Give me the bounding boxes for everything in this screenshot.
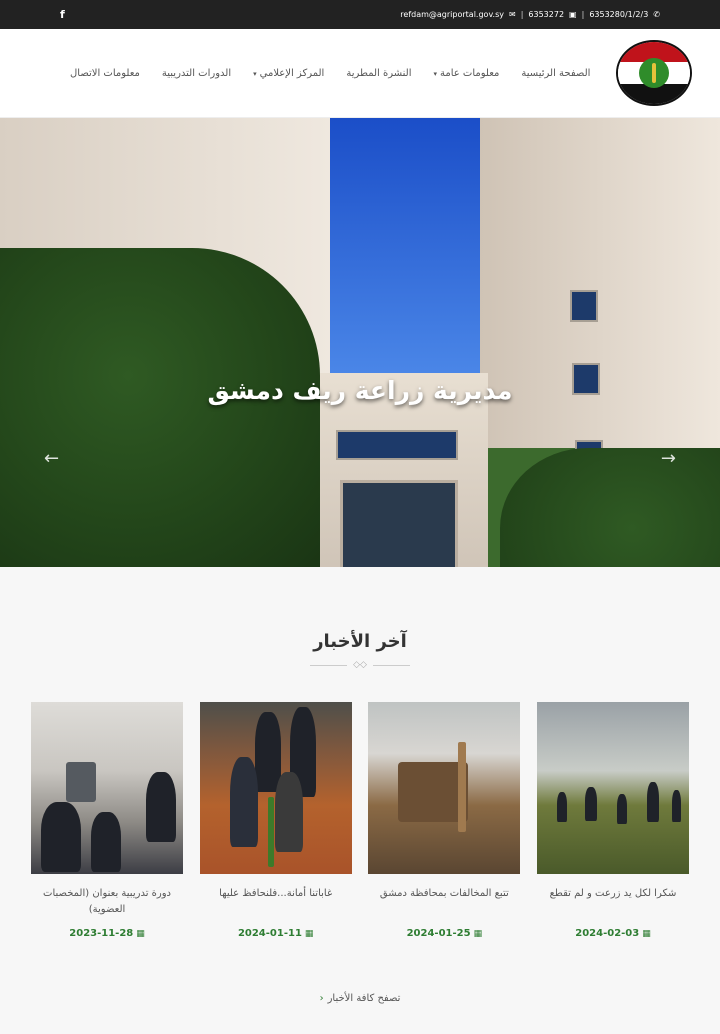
calendar-icon: ▦: [473, 929, 483, 939]
nav-menu: الصفحة الرئيسية معلومات عامة▾ النشرة الم…: [70, 68, 590, 79]
news-card[interactable]: غاباتنا أمانة...فلنحافظ عليها ▦2024-01-1…: [199, 702, 352, 939]
top-bar: f refdam@agriportal.gov.sy ✉ | 6353272 ▣…: [0, 0, 720, 29]
news-image[interactable]: [537, 702, 689, 874]
news-date-text: 2024-01-11: [237, 928, 302, 939]
news-date-text: 2023-11-28: [69, 928, 134, 939]
news-card[interactable]: تتبع المخالفات بمحافظة دمشق ▦2024-01-25: [368, 702, 521, 939]
nav-item-general-info[interactable]: معلومات عامة▾: [434, 68, 500, 79]
news-image[interactable]: [199, 702, 352, 874]
chevron-down-icon: ▾: [253, 69, 257, 78]
slider-next-arrow-icon[interactable]: →: [661, 448, 676, 469]
hero-window: [336, 430, 458, 460]
hero-trees-left: [0, 248, 320, 567]
news-date-text: 2024-02-03: [575, 928, 640, 939]
calendar-icon: ▦: [642, 929, 651, 939]
browse-all-news-label: تصفح كافة الأخبار: [327, 993, 401, 1004]
nav-item-label: المركز الإعلامي: [259, 67, 325, 79]
chevron-left-icon: ‹: [319, 993, 324, 1004]
news-title[interactable]: دورة تدريبية بعنوان (المخصبات العضوية): [31, 886, 183, 920]
nav-item-training-courses[interactable]: الدورات التدريبية: [162, 68, 231, 79]
news-card[interactable]: شكرا لكل يد زرعت و لم تقطع ▦2024-02-03: [537, 702, 689, 939]
news-title[interactable]: تتبع المخالفات بمحافظة دمشق: [368, 886, 520, 920]
nav-item-rainfall-bulletin[interactable]: النشرة المطرية: [346, 68, 411, 79]
latest-news-section: آخر الأخبار ◇◇ شكرا لكل يد زرعت و لم تقط…: [0, 567, 720, 1004]
envelope-icon: ✉: [509, 10, 516, 19]
section-title: آخر الأخبار: [313, 631, 407, 652]
calendar-icon: ▦: [136, 929, 145, 939]
news-card[interactable]: دورة تدريبية بعنوان (المخصبات العضوية) ▦…: [31, 702, 184, 939]
separator: |: [520, 10, 524, 19]
phone-icon: ✆: [653, 10, 660, 19]
news-image[interactable]: [31, 702, 184, 874]
slider-prev-arrow-icon[interactable]: ←: [44, 448, 59, 469]
wheat-icon: [639, 58, 669, 88]
main-navigation: الصفحة الرئيسية معلومات عامة▾ النشرة الم…: [0, 29, 720, 118]
news-cards: شكرا لكل يد زرعت و لم تقطع ▦2024-02-03 ت…: [0, 702, 720, 939]
diamond-icon: ◇◇: [353, 660, 367, 670]
fax-text: 6353272: [528, 10, 565, 19]
news-date: ▦2024-02-03: [537, 928, 689, 939]
nav-item-label: معلومات عامة: [440, 67, 500, 79]
news-date: ▦2024-01-25: [368, 928, 520, 939]
directorate-logo[interactable]: [616, 40, 692, 106]
phone-text: 6353280/1/2/3: [589, 10, 649, 19]
calendar-icon: ▦: [304, 929, 314, 939]
fax-icon: ▣: [569, 10, 577, 19]
news-title[interactable]: غاباتنا أمانة...فلنحافظ عليها: [200, 886, 352, 920]
hero-trees-right: [500, 448, 720, 567]
chevron-down-icon: ▾: [433, 69, 438, 78]
news-image[interactable]: [368, 702, 521, 874]
section-divider: ◇◇: [310, 660, 410, 670]
facebook-icon[interactable]: f: [60, 8, 65, 21]
separator: |: [581, 10, 585, 19]
news-date-text: 2024-01-25: [406, 928, 471, 939]
hero-entrance: [340, 480, 458, 567]
email-text[interactable]: refdam@agriportal.gov.sy: [400, 10, 504, 19]
nav-item-contact-info[interactable]: معلومات الاتصال: [70, 68, 140, 79]
nav-item-home[interactable]: الصفحة الرئيسية: [521, 68, 590, 79]
news-title[interactable]: شكرا لكل يد زرعت و لم تقطع: [537, 886, 689, 920]
news-date: ▦2023-11-28: [31, 928, 183, 939]
nav-item-media-center[interactable]: المركز الإعلامي▾: [253, 68, 324, 79]
contact-info: refdam@agriportal.gov.sy ✉ | 6353272 ▣ |…: [400, 10, 660, 19]
browse-all-news-link[interactable]: تصفح كافة الأخبار‹: [0, 993, 720, 1004]
news-date: ▦2024-01-11: [200, 928, 352, 939]
hero-slider: مديرية زراعة ريف دمشق ← →: [0, 118, 720, 567]
hero-title: مديرية زراعة ريف دمشق: [207, 376, 513, 405]
hero-window: [570, 290, 598, 322]
